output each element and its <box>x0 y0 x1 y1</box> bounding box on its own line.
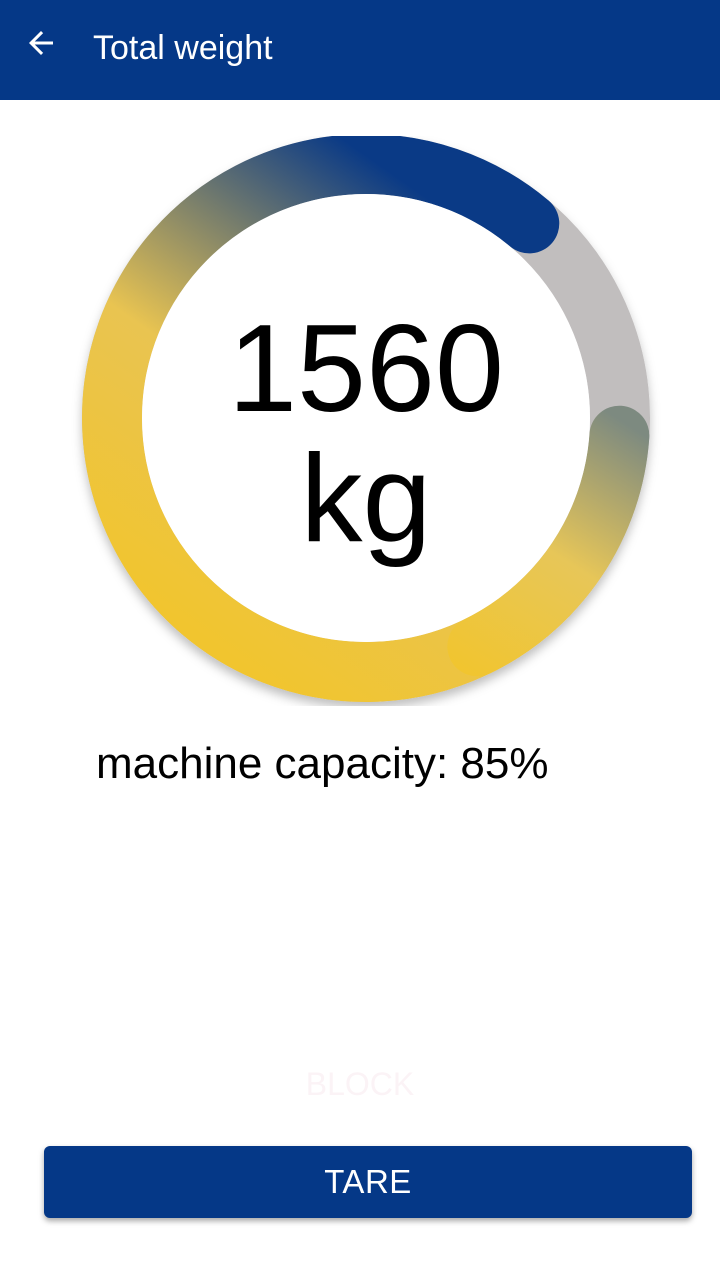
back-button[interactable] <box>14 16 68 70</box>
weight-gauge: 1560 kg <box>70 136 662 706</box>
block-label: BLOCK <box>305 1066 415 1102</box>
page-title: Total weight <box>93 29 273 67</box>
machine-capacity-text: machine capacity: 85% <box>96 739 549 788</box>
arrow-left-icon <box>29 31 53 55</box>
app-bar: Total weight <box>0 0 720 100</box>
tare-button[interactable]: TARE <box>44 1146 692 1218</box>
weight-value: 1560 <box>228 300 504 438</box>
weight-unit: kg <box>300 430 432 568</box>
total-weight-screen: Total weight 1560 kg machine capacity: 8… <box>0 0 720 1280</box>
